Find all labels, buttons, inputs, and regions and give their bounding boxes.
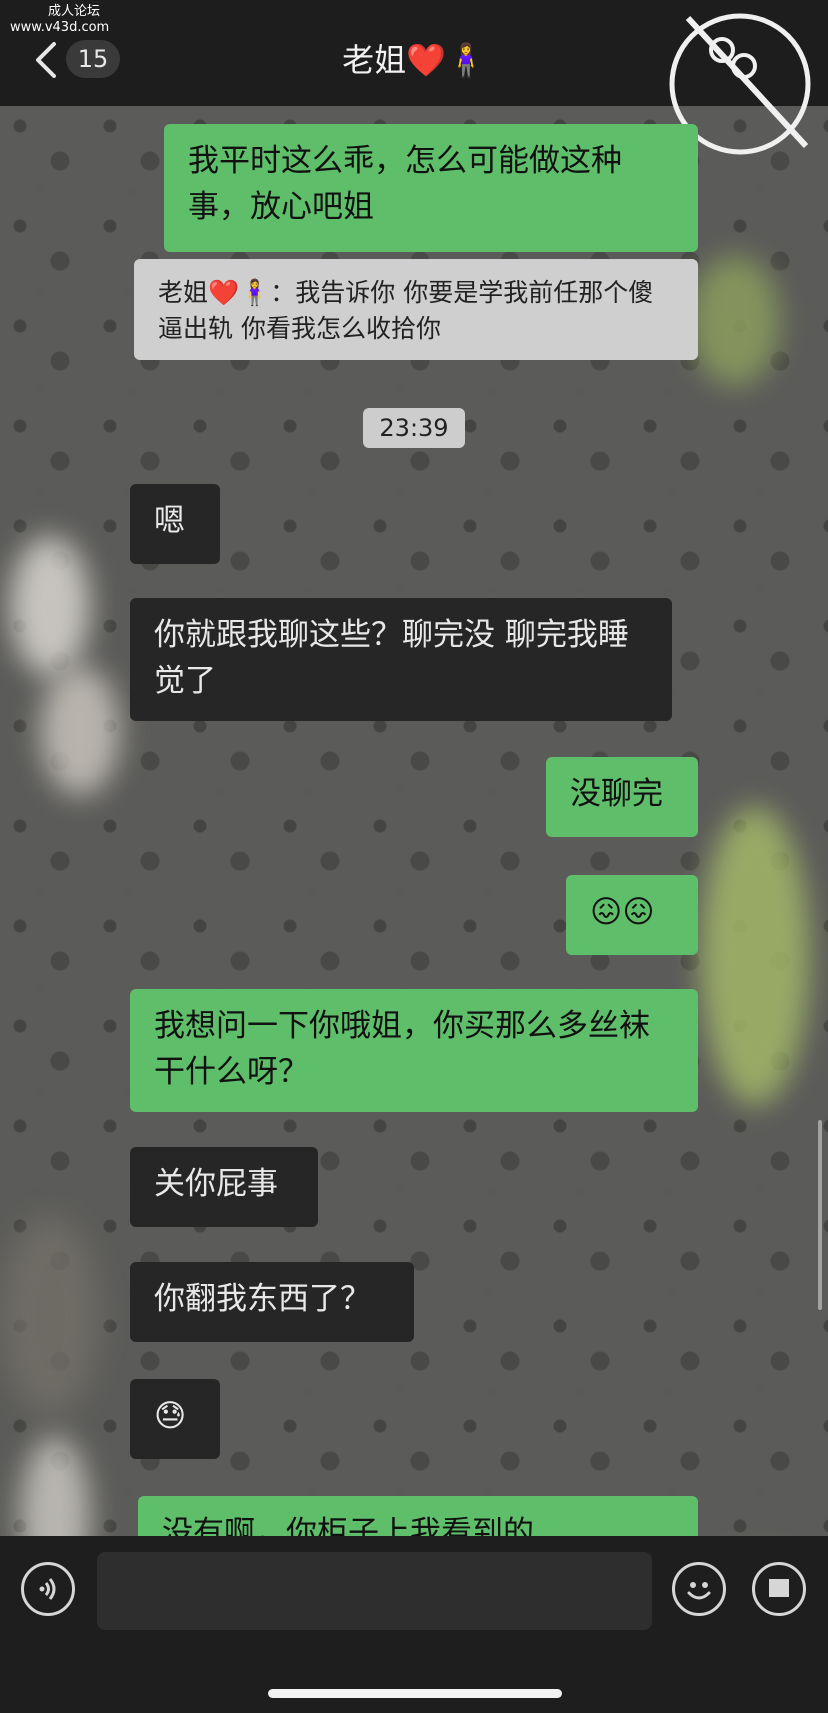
scrollbar[interactable] bbox=[818, 1120, 822, 1310]
more-button[interactable] bbox=[752, 1562, 806, 1616]
message-received[interactable]: 你翻我东西了？ bbox=[130, 1262, 414, 1342]
blur-blob bbox=[40, 666, 120, 796]
more-icon bbox=[769, 1579, 789, 1597]
timestamp: 23:39 bbox=[363, 408, 465, 448]
blur-blob bbox=[700, 806, 810, 1106]
message-received[interactable]: 关你屁事 bbox=[130, 1147, 318, 1227]
message-received-emoji[interactable]: 😓 bbox=[130, 1379, 220, 1459]
message-input[interactable] bbox=[97, 1552, 652, 1630]
message-received[interactable]: 嗯 bbox=[130, 484, 220, 564]
watermark-line1: 成人论坛 bbox=[48, 4, 101, 19]
watermark-line2: www.v43d.com bbox=[10, 20, 110, 35]
message-text: 我想问一下你哦姐，你买那么多丝袜干什么呀？ bbox=[154, 1008, 650, 1090]
voice-button[interactable] bbox=[21, 1562, 75, 1616]
blur-blob bbox=[690, 256, 780, 386]
input-bar bbox=[0, 1536, 828, 1713]
emoji-icon bbox=[687, 1582, 711, 1600]
message-text: 我平时这么乖，怎么可能做这种事，放心吧姐 bbox=[188, 143, 622, 225]
quoted-text: 老姐❤️🧍‍♀️：我告诉你 你要是学我前任那个傻逼出轨 你看我怎么收拾你 bbox=[158, 278, 654, 343]
home-indicator bbox=[268, 1689, 562, 1698]
quoted-message[interactable]: 老姐❤️🧍‍♀️：我告诉你 你要是学我前任那个傻逼出轨 你看我怎么收拾你 bbox=[134, 259, 698, 360]
message-text: 😓 bbox=[154, 1398, 187, 1434]
blur-blob bbox=[10, 536, 90, 676]
message-sent[interactable]: 我想问一下你哦姐，你买那么多丝袜干什么呀？ bbox=[130, 989, 698, 1112]
watermark-text: 成人论坛 www.v43d.com bbox=[10, 4, 109, 36]
message-text: 没聊完 bbox=[570, 776, 663, 812]
message-text: 你翻我东西了？ bbox=[154, 1281, 371, 1317]
blur-blob bbox=[0, 1216, 100, 1416]
message-sent[interactable]: 没聊完 bbox=[546, 757, 698, 837]
header-bar: 成人论坛 www.v43d.com 15 老姐❤️🧍‍♀️ bbox=[0, 0, 828, 155]
message-text: 😖😖 bbox=[590, 894, 655, 930]
emoji-button[interactable] bbox=[672, 1562, 726, 1616]
message-text: 嗯 bbox=[154, 503, 185, 539]
message-sent-emoji[interactable]: 😖😖 bbox=[566, 875, 698, 955]
voice-icon bbox=[39, 1578, 56, 1600]
message-received[interactable]: 你就跟我聊这些？聊完没 聊完我睡觉了 bbox=[130, 598, 672, 721]
message-text: 你就跟我聊这些？聊完没 聊完我睡觉了 bbox=[154, 617, 629, 699]
message-text: 关你屁事 bbox=[154, 1166, 278, 1202]
message-sent[interactable]: 我平时这么乖，怎么可能做这种事，放心吧姐 bbox=[164, 124, 698, 252]
